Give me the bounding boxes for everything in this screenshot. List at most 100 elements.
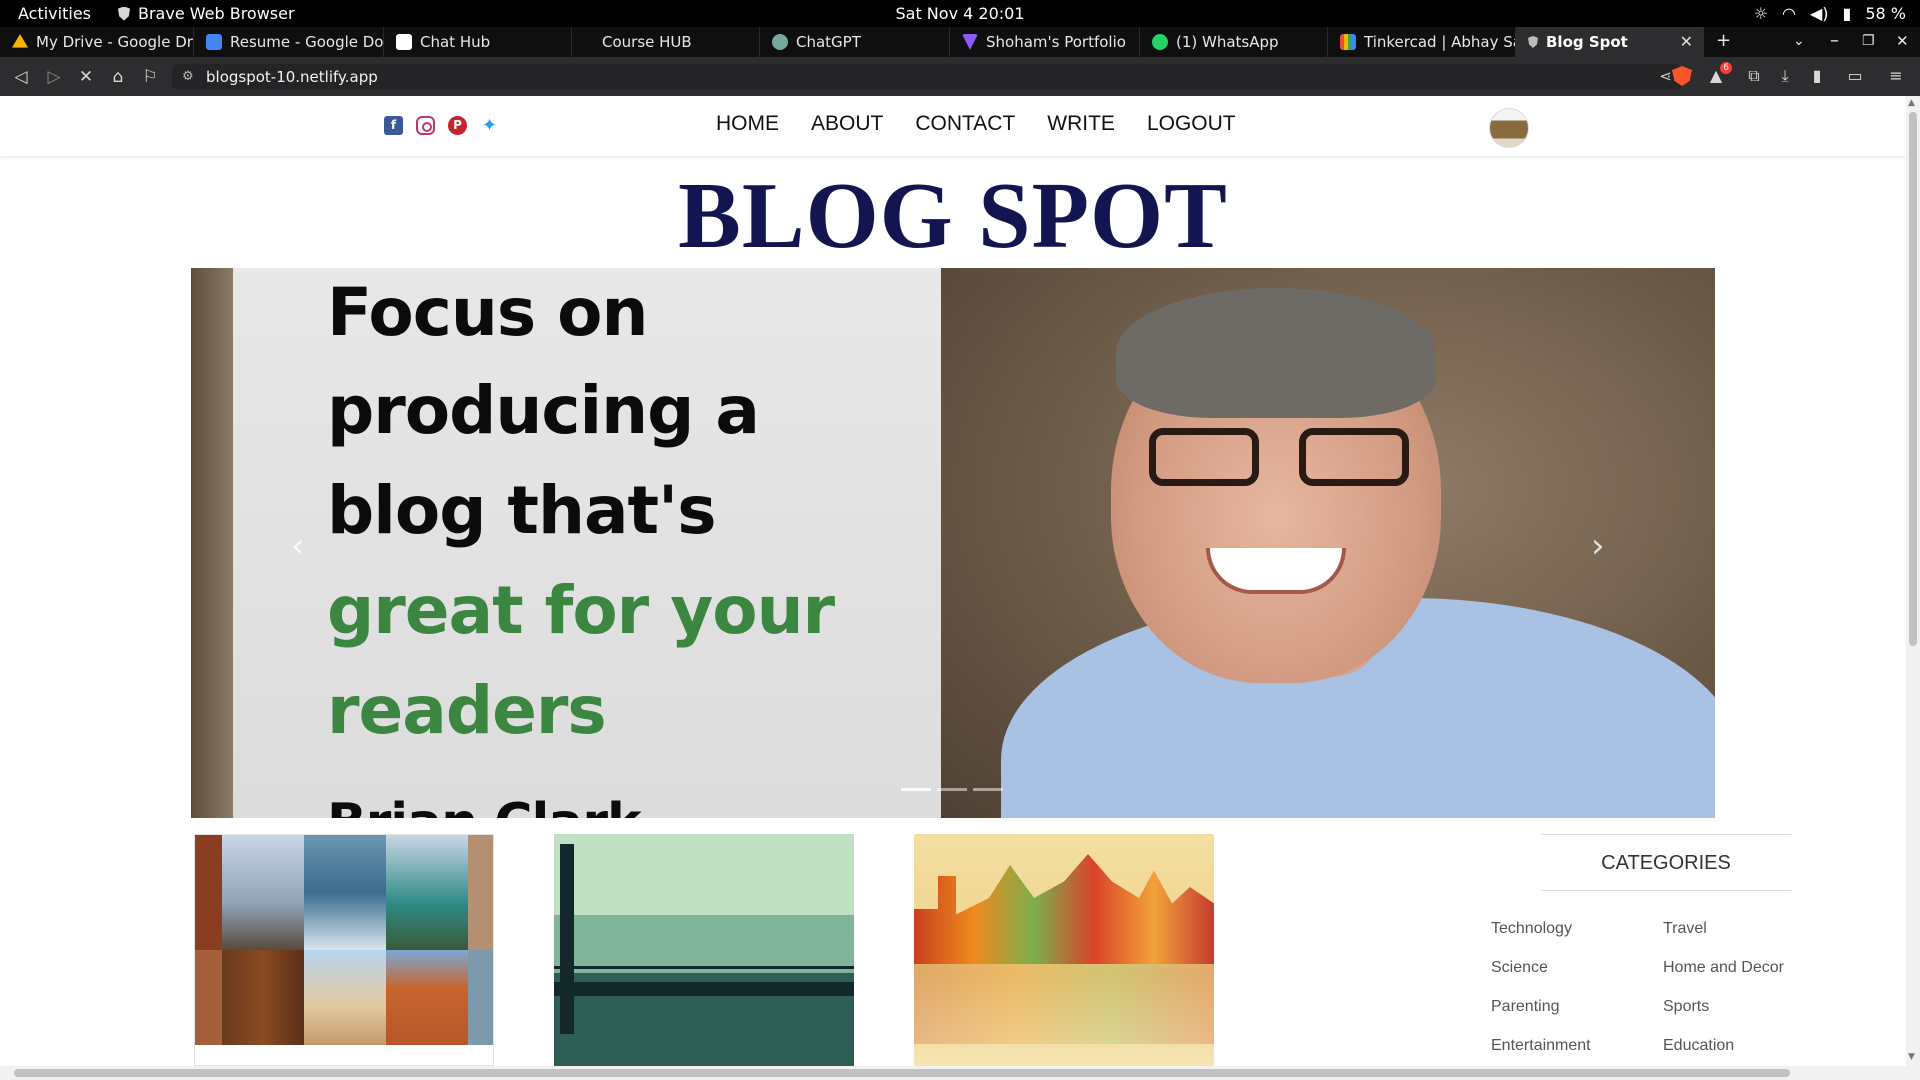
category-technology[interactable]: Technology [1491,920,1663,938]
browser-toolbar: ◁ ▷ ✕ ⌂ ⚐ ⚙ blogspot-10.netlify.app ⋖ ▲ 6… [0,57,1920,96]
site-info-icon[interactable]: ⚙ [182,69,194,84]
system-clock[interactable]: Sat Nov 4 20:01 [895,4,1024,23]
app-menu[interactable]: Brave Web Browser [118,4,295,23]
page-title: BLOG SPOT [678,164,1228,268]
google-drive-icon [12,34,28,48]
avatar[interactable] [1489,108,1529,148]
restore-button[interactable]: ❐ [1862,31,1875,51]
brave-rewards-icon[interactable]: ▲ 6 [1706,62,1732,86]
post-thumbnail-bridge[interactable] [554,834,854,1066]
glasses [1149,428,1409,490]
app-name: Brave Web Browser [138,4,295,23]
wifi-icon: ◠ [1782,4,1796,23]
site-header: f P ✦ HOME ABOUT CONTACT WRITE LOGOUT [0,96,1906,156]
slide-edge [191,268,233,818]
nav-write[interactable]: WRITE [1047,112,1115,136]
address-bar[interactable]: ⚙ blogspot-10.netlify.app ⋖ [172,64,1682,90]
brave-logo-icon [118,6,130,21]
carousel-next-icon[interactable]: › [1591,526,1605,566]
activities-button[interactable]: Activities [18,4,91,23]
chatgpt-icon [772,34,788,50]
scroll-up-icon[interactable]: ▲ [1908,98,1915,108]
post-thumbnail-travel[interactable] [194,834,494,1066]
tab-portfolio[interactable]: Shoham's Portfolio [950,27,1140,57]
wallet-icon[interactable]: ▭ [1845,66,1865,86]
vertical-scroll-thumb[interactable] [1909,112,1917,646]
brightness-icon: ☼ [1753,4,1769,23]
downloads-icon[interactable]: ⤓ [1775,66,1795,86]
tab-chat-hub[interactable]: Chat Hub [384,27,572,57]
new-tab-button[interactable]: + [1716,31,1731,51]
whatsapp-icon [1152,34,1168,50]
quote-line: Focus on [327,274,648,351]
home-button[interactable]: ⌂ [107,66,129,88]
carousel-indicator[interactable] [901,788,931,791]
tab-list-chevron-icon[interactable]: ⌄ [1793,31,1805,51]
system-tray[interactable]: ☼ ◠ ◀) ▮ 58 % [1754,4,1906,23]
facebook-icon[interactable]: f [384,116,403,135]
battery-icon: ▮ [1842,4,1852,23]
tab-google-docs[interactable]: Resume - Google Docs [194,27,384,57]
scroll-down-icon[interactable]: ▼ [1908,1052,1915,1062]
sidebar-icon[interactable]: ▮ [1807,66,1827,86]
nav-home[interactable]: HOME [716,112,779,136]
carousel-indicator[interactable] [937,788,967,791]
tab-close-icon[interactable]: ✕ [1680,32,1693,51]
categories-sidebar: CATEGORIES Technology Travel Science Hom… [1491,834,1791,1054]
hero-carousel[interactable]: Focus on producing a blog that's great f… [191,268,1715,818]
tab-tinkercad[interactable]: Tinkercad | Abhay Sahu [1328,27,1516,57]
google-docs-icon [206,34,222,50]
nav-about[interactable]: ABOUT [811,112,883,136]
quote-panel: Focus on producing a blog that's great f… [233,268,941,818]
quote-line: readers [327,672,607,749]
tab-course-hub[interactable]: Course HUB [572,27,760,57]
chat-hub-icon [396,34,412,50]
categories-title: CATEGORIES [1541,834,1791,891]
menu-icon[interactable]: ≡ [1886,66,1906,86]
category-entertainment[interactable]: Entertainment [1491,1037,1663,1055]
main-nav: HOME ABOUT CONTACT WRITE LOGOUT [716,112,1236,136]
carousel-indicator[interactable] [973,788,1003,791]
carousel-prev-icon[interactable]: ‹ [291,526,305,566]
social-links: f P ✦ [384,116,499,135]
horizontal-scroll-thumb[interactable] [14,1069,1790,1077]
category-parenting[interactable]: Parenting [1491,998,1663,1016]
web-page: f P ✦ HOME ABOUT CONTACT WRITE LOGOUT BL… [0,96,1906,1066]
category-travel[interactable]: Travel [1663,920,1821,938]
category-sports[interactable]: Sports [1663,998,1821,1016]
quote-author: Brian Clark [327,790,642,818]
post-thumbnail-india[interactable] [914,834,1214,1066]
nav-logout[interactable]: LOGOUT [1147,112,1236,136]
category-education[interactable]: Education [1663,1037,1821,1055]
tab-blog-spot[interactable]: Blog Spot ✕ [1516,27,1704,57]
bookmark-button[interactable]: ⚐ [139,66,161,88]
battery-level: 58 % [1865,4,1906,23]
url-text[interactable]: blogspot-10.netlify.app [206,68,378,86]
minimize-button[interactable]: – [1830,31,1839,51]
category-science[interactable]: Science [1491,959,1663,977]
forward-button[interactable]: ▷ [43,66,65,88]
twitter-icon[interactable]: ✦ [480,116,499,135]
quote-line: producing a [327,372,760,449]
nav-contact[interactable]: CONTACT [915,112,1015,136]
share-icon[interactable]: ⋖ [1659,67,1672,85]
tab-chatgpt[interactable]: ChatGPT [760,27,950,57]
shield-icon [1528,36,1538,48]
tab-google-drive[interactable]: My Drive - Google Drive [0,27,194,57]
instagram-icon[interactable] [416,116,435,135]
tab-strip: My Drive - Google Drive Resume - Google … [0,27,1920,57]
quote-line: great for your [327,572,835,649]
pinterest-icon[interactable]: P [448,116,467,135]
vertical-scrollbar[interactable]: ▲ ▼ [1906,96,1920,1066]
category-home-and-decor[interactable]: Home and Decor [1663,959,1821,977]
back-button[interactable]: ◁ [10,66,32,88]
rewards-badge: 6 [1720,62,1732,74]
extensions-icon[interactable]: ⧉ [1744,66,1764,86]
quote-line: blog that's [327,472,717,549]
tinkercad-icon [1340,34,1356,50]
close-window-button[interactable]: ✕ [1896,31,1909,51]
tab-whatsapp[interactable]: (1) WhatsApp [1140,27,1328,57]
horizontal-scrollbar[interactable] [0,1066,1920,1080]
stop-loading-button[interactable]: ✕ [75,66,97,88]
portfolio-icon [962,34,978,50]
